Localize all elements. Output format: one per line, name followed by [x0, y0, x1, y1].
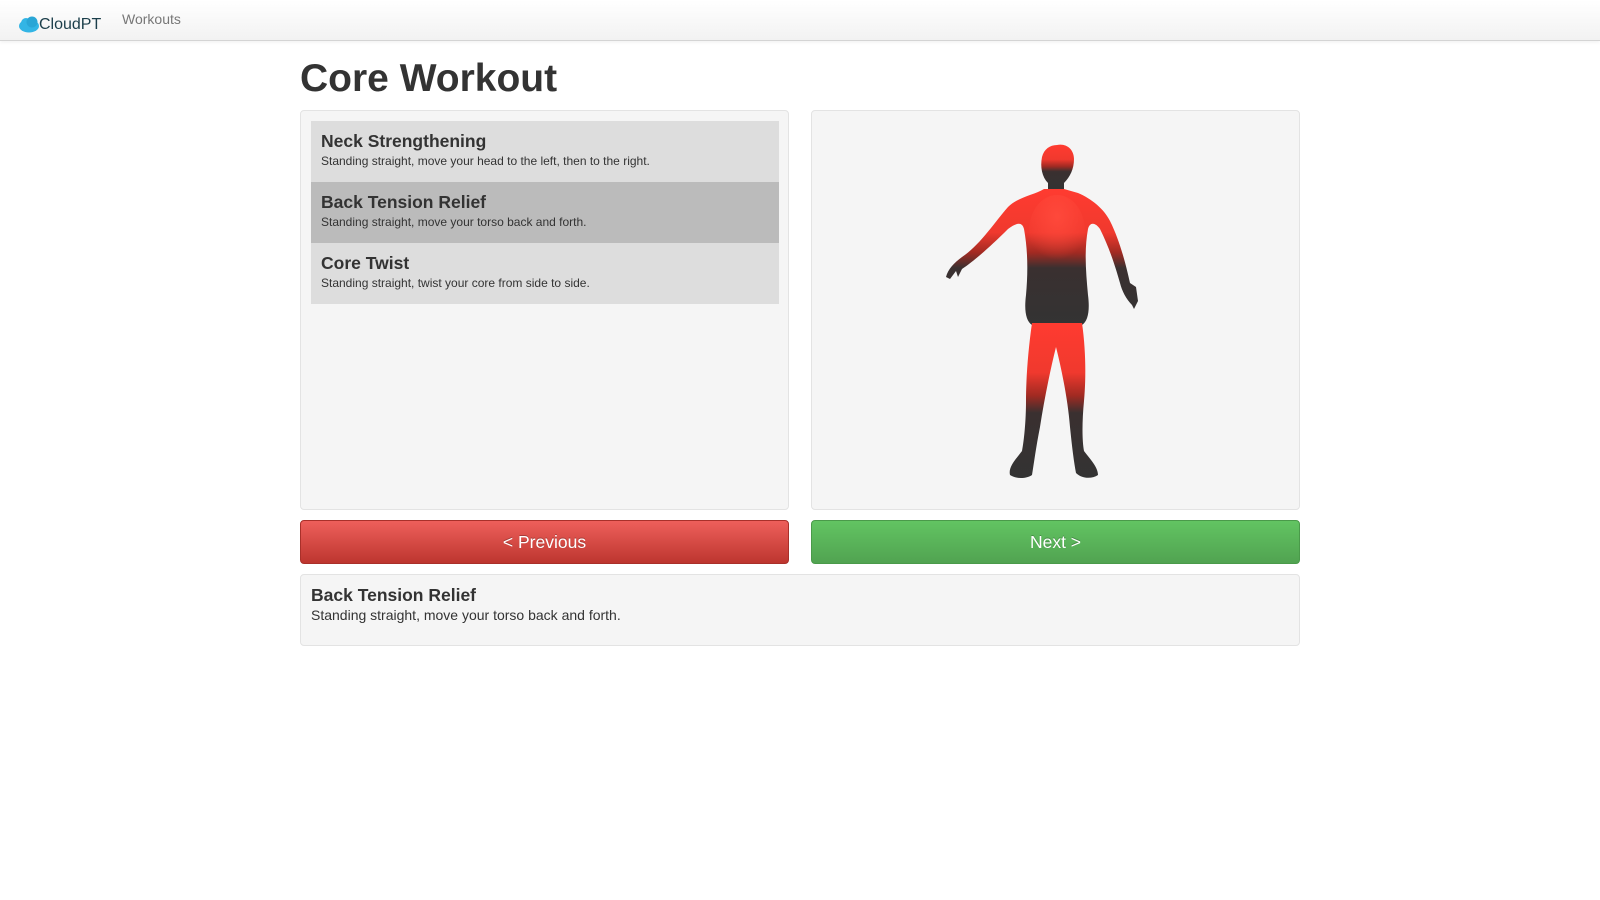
exercise-name: Neck Strengthening	[321, 131, 487, 151]
exercise-details-panel: Back Tension Relief Standing straight, m…	[300, 574, 1300, 646]
exercise-list-panel: Neck Strengthening Standing straight, mo…	[300, 110, 789, 510]
exercise-name: Back Tension Relief	[321, 192, 487, 212]
next-button[interactable]: Next >	[811, 520, 1300, 564]
exercise-name: Core Twist	[321, 253, 410, 273]
exercise-description: Standing straight, move your head to the…	[321, 154, 650, 168]
exercise-item-neck-strengthening[interactable]: Neck Strengthening Standing straight, mo…	[311, 121, 779, 182]
previous-button[interactable]: < Previous	[300, 520, 789, 564]
exercise-description: Standing straight, twist your core from …	[321, 276, 590, 290]
exercise-item-back-tension-relief[interactable]: Back Tension Relief Standing straight, m…	[311, 182, 779, 243]
brand-logo[interactable]: CloudPT	[18, 8, 101, 34]
human-body-model-icon	[946, 144, 1138, 478]
page-title: Core Workout	[300, 57, 558, 100]
nav-link-workouts[interactable]: Workouts	[122, 11, 181, 27]
details-description: Standing straight, move your torso back …	[311, 607, 621, 623]
brand-name: CloudPT	[39, 16, 102, 33]
details-title: Back Tension Relief	[311, 585, 477, 605]
navbar: CloudPT Workouts	[0, 0, 1600, 41]
body-model-viewer[interactable]	[811, 110, 1300, 510]
exercise-item-core-twist[interactable]: Core Twist Standing straight, twist your…	[311, 243, 779, 304]
exercise-description: Standing straight, move your torso back …	[321, 215, 587, 229]
